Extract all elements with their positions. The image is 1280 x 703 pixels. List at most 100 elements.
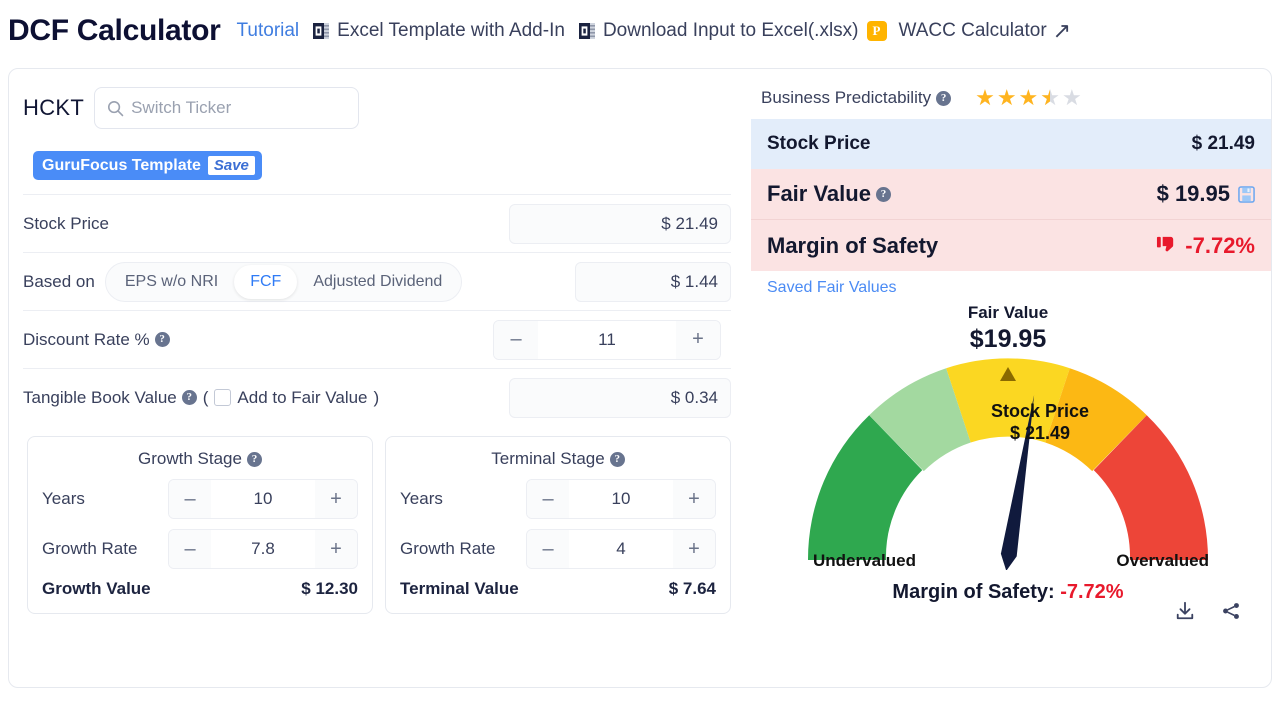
paren-close: ) [373, 387, 380, 407]
template-row: GuruFocus Template Save [9, 129, 745, 180]
summary-row-stock-price: Stock Price $ 21.49 [751, 119, 1271, 169]
discount-rate-text: Discount Rate % [23, 329, 150, 349]
gauge-fair-value-amount: $19.95 [969, 325, 1047, 353]
search-icon [107, 100, 124, 117]
terminal-stage-box: Terminal Stage ? Years – 10 + Growth Rat… [385, 436, 731, 614]
help-icon[interactable]: ? [875, 186, 891, 202]
growth-value-row: Growth Value $ 12.30 [42, 579, 358, 599]
growth-years-value[interactable]: 10 [211, 489, 315, 509]
tangible-book-value-text: Tangible Book Value [23, 387, 177, 407]
based-on-option-dividend[interactable]: Adjusted Dividend [297, 265, 458, 299]
business-predictability-text: Business Predictability [761, 88, 932, 107]
add-to-fair-value-label: Add to Fair Value [237, 387, 368, 407]
growth-rate-stepper[interactable]: – 7.8 + [168, 529, 358, 569]
growth-stage-title-row: Growth Stage ? [42, 449, 358, 469]
gauge-mos-label: Margin of Safety: [892, 581, 1055, 603]
summary-margin-label: Margin of Safety [767, 232, 939, 258]
discount-rate-increment[interactable]: + [676, 320, 720, 359]
based-on-value[interactable]: $ 1.44 [575, 261, 731, 302]
summary-row-margin-of-safety: Margin of Safety -7.72% [751, 219, 1271, 271]
terminal-years-value[interactable]: 10 [569, 489, 673, 509]
excel-template-link[interactable]: Excel Template with Add-In [313, 20, 565, 42]
row-discount-rate: Discount Rate % ? – 11 + [23, 310, 731, 368]
growth-rate-label: Growth Rate [42, 539, 138, 558]
share-icon[interactable] [1221, 601, 1241, 621]
ticker-row: HCKT Switch Ticker [9, 87, 745, 129]
inputs-panel: HCKT Switch Ticker GuruFocus Template Sa… [9, 69, 745, 687]
valuation-gauge: Fair Value $19.95 Stock Price $ 21.49 Un… [745, 299, 1271, 629]
excel-template-label: Excel Template with Add-In [337, 20, 565, 41]
summary-margin-number: -7.72% [1185, 232, 1255, 258]
save-icon[interactable] [1238, 185, 1255, 203]
growth-rate-row: Growth Rate – 7.8 + [42, 529, 358, 569]
growth-stage-title: Growth Stage [138, 449, 242, 468]
add-to-fair-value-checkbox[interactable] [214, 389, 232, 406]
star-icon: ★ [975, 85, 995, 110]
stock-price-label: Stock Price [23, 213, 109, 233]
gauge-fair-value-label: Fair Value [967, 303, 1049, 322]
help-icon[interactable]: ? [181, 390, 197, 405]
download-input-link[interactable]: Download Input to Excel(.xlsx) [578, 20, 859, 42]
star-icon: ★ [996, 85, 1017, 110]
terminal-years-decrement[interactable]: – [527, 480, 569, 518]
switch-ticker-placeholder: Switch Ticker [131, 98, 232, 117]
tangible-book-value-amount[interactable]: $ 0.34 [509, 377, 731, 418]
help-icon[interactable]: ? [609, 451, 625, 467]
external-link-icon: ↗ [1052, 18, 1072, 43]
gauge-undervalued-label: Undervalued [813, 551, 916, 570]
based-on-label: Based on [23, 271, 95, 291]
business-predictability-row: Business Predictability ? ★ ★ ★ ★ ★ [745, 69, 1271, 119]
growth-rate-increment[interactable]: + [315, 530, 357, 568]
summary-stock-price-label: Stock Price [767, 133, 871, 154]
terminal-value-amount: $ 7.64 [668, 579, 716, 598]
terminal-rate-value[interactable]: 4 [569, 539, 673, 559]
switch-ticker-input[interactable]: Switch Ticker [94, 87, 360, 129]
stock-price-value[interactable]: $ 21.49 [509, 203, 731, 244]
terminal-years-increment[interactable]: + [673, 480, 715, 518]
dcf-card: HCKT Switch Ticker GuruFocus Template Sa… [8, 68, 1272, 688]
growth-years-increment[interactable]: + [315, 480, 357, 518]
growth-years-decrement[interactable]: – [169, 480, 211, 518]
tutorial-link[interactable]: Tutorial [237, 20, 300, 42]
growth-value-amount: $ 12.30 [301, 579, 358, 598]
template-pill[interactable]: GuruFocus Template Save [33, 151, 262, 180]
terminal-years-label: Years [400, 489, 443, 508]
summary-fair-value-text: Fair Value [767, 181, 871, 206]
discount-rate-decrement[interactable]: – [494, 320, 538, 359]
discount-rate-stepper[interactable]: – 11 + [493, 319, 721, 360]
excel-icon [313, 22, 330, 40]
growth-rate-decrement[interactable]: – [169, 530, 211, 568]
stages-container: Growth Stage ? Years – 10 + Growth Rate … [9, 426, 745, 614]
terminal-rate-decrement[interactable]: – [527, 530, 569, 568]
star-half-icon: ★ [1040, 87, 1060, 110]
based-on-segmented-control[interactable]: EPS w/o NRI FCF Adjusted Dividend [104, 261, 463, 302]
download-icon[interactable] [1175, 601, 1195, 621]
discount-rate-value[interactable]: 11 [538, 329, 676, 350]
help-icon[interactable]: ? [936, 90, 952, 106]
help-icon[interactable]: ? [246, 451, 262, 467]
saved-fair-values-link[interactable]: Saved Fair Values [751, 271, 1271, 297]
premium-badge: P [866, 21, 887, 41]
terminal-years-stepper[interactable]: – 10 + [526, 479, 716, 519]
tangible-book-value-label: Tangible Book Value ? ( Add to Fair Valu… [23, 388, 379, 408]
business-predictability-label: Business Predictability ? [761, 88, 952, 108]
gauge-overvalued-label: Overvalued [1116, 551, 1209, 570]
template-save-button[interactable]: Save [207, 156, 255, 175]
based-on-option-fcf[interactable]: FCF [234, 264, 298, 299]
discount-rate-label: Discount Rate % ? [23, 330, 170, 350]
terminal-rate-stepper[interactable]: – 4 + [526, 529, 716, 569]
summary-row-fair-value: Fair Value ? $ 19.95 [751, 169, 1271, 219]
terminal-rate-increment[interactable]: + [673, 530, 715, 568]
row-tangible-book-value: Tangible Book Value ? ( Add to Fair Valu… [23, 368, 731, 426]
growth-rate-value[interactable]: 7.8 [211, 539, 315, 559]
download-input-label: Download Input to Excel(.xlsx) [602, 20, 859, 41]
growth-years-stepper[interactable]: – 10 + [168, 479, 358, 519]
terminal-stage-title: Terminal Stage [491, 449, 605, 468]
help-icon[interactable]: ? [154, 332, 170, 347]
based-on-option-eps[interactable]: EPS w/o NRI [109, 265, 234, 299]
predictability-stars: ★ ★ ★ ★ ★ [975, 85, 1082, 110]
page-title: DCF Calculator [8, 14, 221, 47]
growth-years-row: Years – 10 + [42, 479, 358, 519]
summary-fair-value-label: Fair Value ? [767, 181, 891, 207]
wacc-calculator-link[interactable]: WACC Calculator ↗ [899, 20, 1072, 42]
